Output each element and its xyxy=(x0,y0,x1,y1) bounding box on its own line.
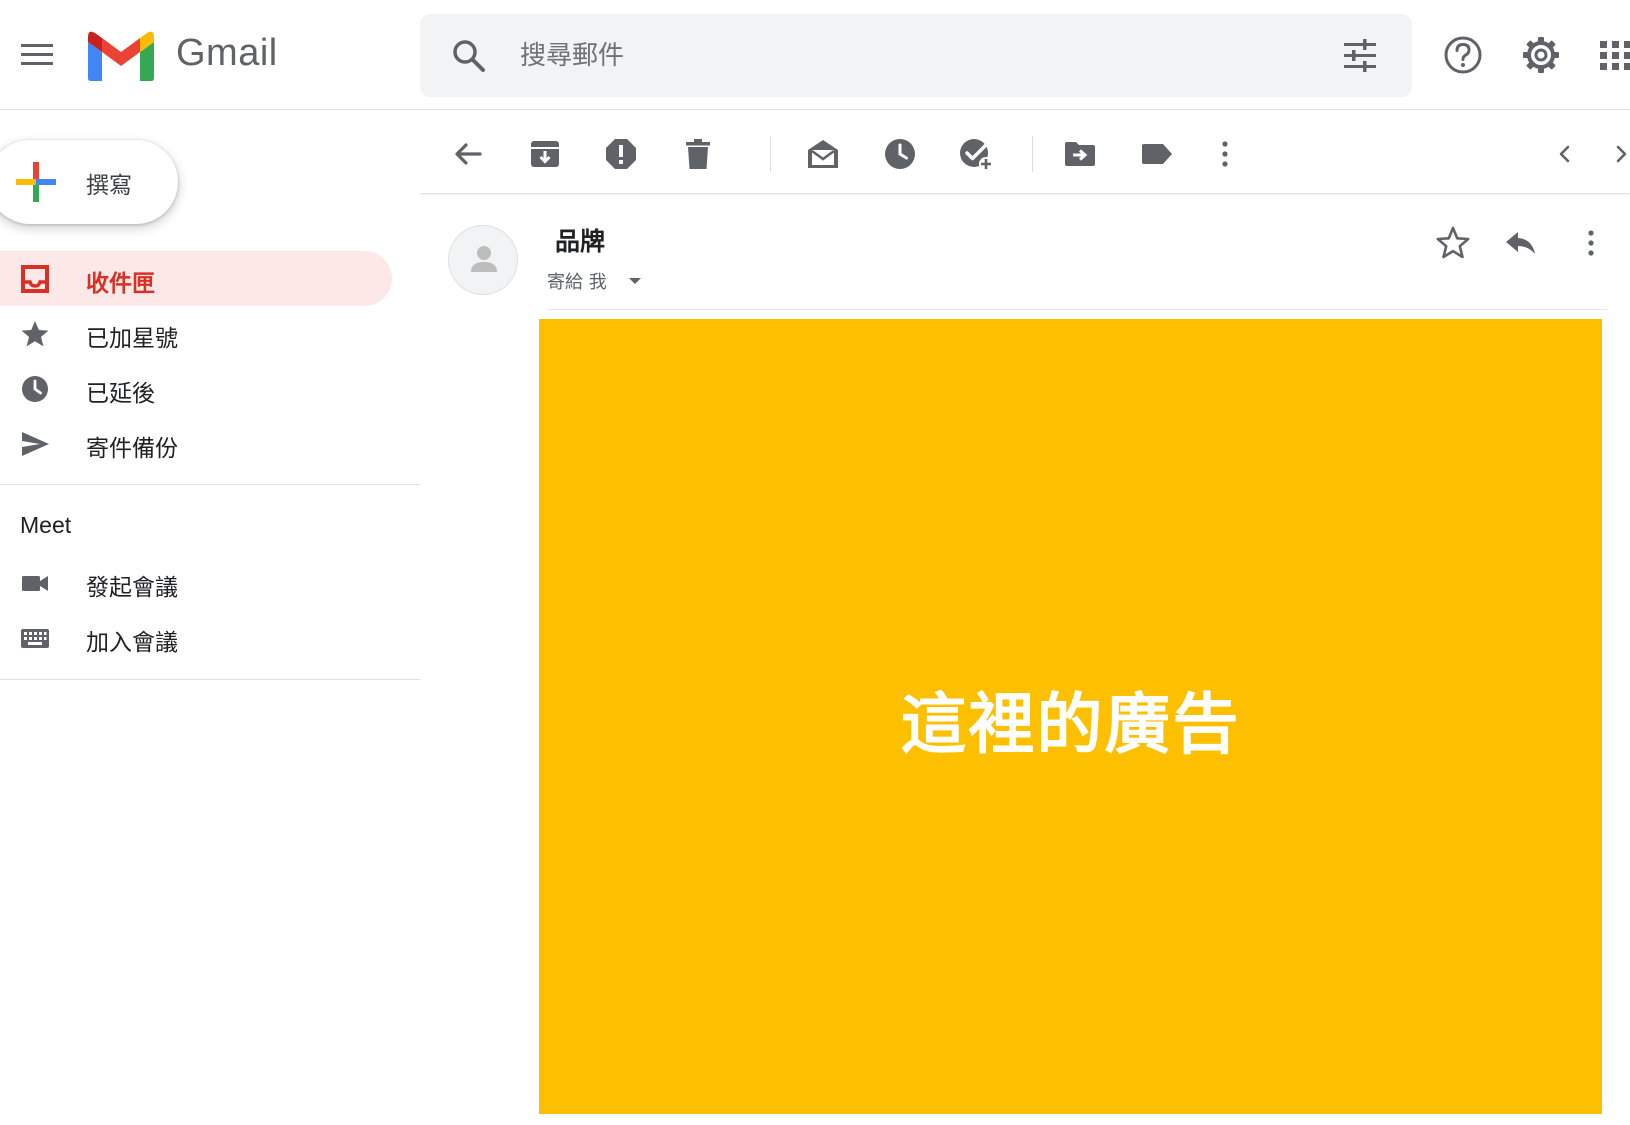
report-spam-icon[interactable] xyxy=(603,136,639,172)
compose-button[interactable]: 撰寫 xyxy=(0,140,178,224)
sidebar-item-label: 已加星號 xyxy=(86,326,178,352)
move-to-folder-icon[interactable] xyxy=(1062,136,1098,172)
label-tag-icon[interactable] xyxy=(1139,136,1175,172)
gmail-logo[interactable] xyxy=(86,30,156,82)
gmail-logo-text: Gmail xyxy=(176,32,278,74)
search-options-icon[interactable] xyxy=(1340,36,1380,76)
meet-item-join-meeting[interactable]: 加入會議 xyxy=(0,610,392,665)
person-icon xyxy=(471,246,497,272)
sender-avatar xyxy=(448,225,518,295)
message-toolbar xyxy=(420,114,1630,194)
top-header: Gmail xyxy=(0,0,1630,110)
sidebar-item-snoozed[interactable]: 已延後 xyxy=(0,361,392,416)
advertisement-text: 這裡的廣告 xyxy=(900,686,1241,763)
more-vert-icon[interactable] xyxy=(1207,136,1243,172)
toolbar-separator xyxy=(770,136,771,172)
sidebar-item-label: 已延後 xyxy=(86,381,155,407)
compose-plus-icon xyxy=(16,162,56,202)
meet-section-title: Meet xyxy=(20,512,72,538)
caret-down-icon[interactable] xyxy=(625,271,645,291)
compose-label: 撰寫 xyxy=(86,173,132,199)
inbox-icon xyxy=(21,265,49,293)
reply-icon[interactable] xyxy=(1502,224,1540,262)
search-input[interactable] xyxy=(520,32,1280,80)
sidebar-divider xyxy=(0,679,420,680)
advertisement-banner[interactable]: 這裡的廣告 xyxy=(539,319,1602,1114)
meet-list: 發起會議 加入會議 xyxy=(0,555,392,665)
archive-icon[interactable] xyxy=(527,136,563,172)
keyboard-icon xyxy=(21,629,49,648)
toolbar-separator xyxy=(1032,136,1033,172)
meet-item-label: 加入會議 xyxy=(86,630,178,656)
clock-icon xyxy=(22,376,48,402)
menu-icon xyxy=(21,44,53,65)
main-menu-button[interactable] xyxy=(17,38,57,72)
sidebar-item-label: 收件匣 xyxy=(86,271,155,297)
settings-gear-icon[interactable] xyxy=(1520,34,1562,76)
older-chevron-icon[interactable] xyxy=(1610,136,1630,172)
meet-item-new-meeting[interactable]: 發起會議 xyxy=(0,555,392,610)
sidebar-item-label: 寄件備份 xyxy=(86,436,178,462)
newer-chevron-icon[interactable] xyxy=(1547,136,1583,172)
search-bar xyxy=(420,14,1412,97)
sidebar-nav: 收件匣 已加星號 已延後 寄件備份 xyxy=(0,251,392,471)
apps-grid-icon[interactable] xyxy=(1598,34,1630,76)
gmail-m-icon xyxy=(88,31,154,81)
sidebar-item-sent[interactable]: 寄件備份 xyxy=(0,416,392,471)
add-to-tasks-icon[interactable] xyxy=(958,136,994,172)
sidebar-divider xyxy=(0,484,420,485)
send-icon xyxy=(22,432,49,456)
snooze-clock-icon[interactable] xyxy=(882,136,918,172)
delete-trash-icon[interactable] xyxy=(680,136,716,172)
message-header-divider xyxy=(547,309,1607,310)
star-icon xyxy=(21,321,49,347)
star-outline-icon[interactable] xyxy=(1434,224,1472,262)
help-icon[interactable] xyxy=(1442,34,1484,76)
sender-name: 品牌 xyxy=(555,227,606,256)
mark-unread-icon[interactable] xyxy=(805,136,841,172)
sidebar-item-inbox[interactable]: 收件匣 xyxy=(0,251,392,306)
meet-item-label: 發起會議 xyxy=(86,575,178,601)
recipient-details[interactable]: 寄給 我 xyxy=(547,268,607,294)
sidebar-item-starred[interactable]: 已加星號 xyxy=(0,306,392,361)
search-icon[interactable] xyxy=(450,37,488,75)
message-more-vert-icon[interactable] xyxy=(1572,224,1610,262)
back-arrow-icon[interactable] xyxy=(450,136,486,172)
videocam-icon xyxy=(22,576,48,591)
